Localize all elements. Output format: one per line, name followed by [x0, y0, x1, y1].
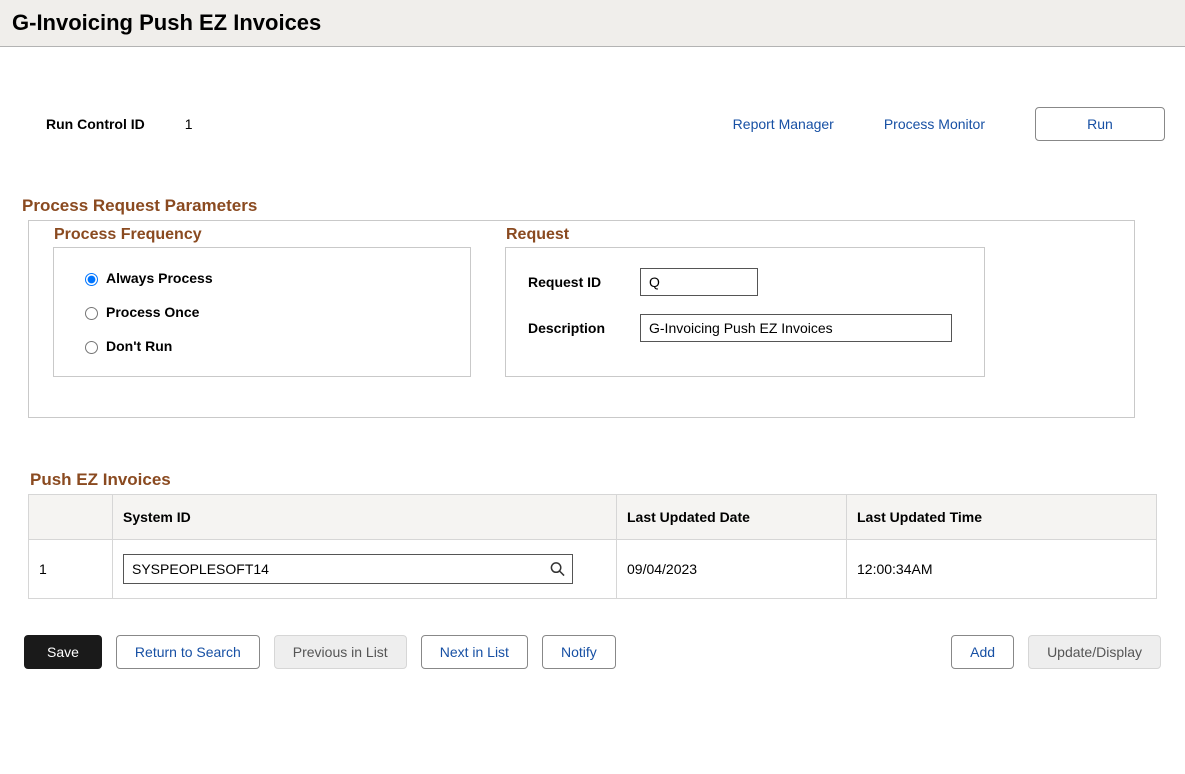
radio-always-process-label[interactable]: Always Process — [106, 270, 213, 286]
system-id-input[interactable] — [123, 554, 573, 584]
request-legend: Request — [504, 226, 571, 244]
run-control-row: Run Control ID 1 Report Manager Process … — [46, 107, 1165, 141]
save-button[interactable]: Save — [24, 635, 102, 669]
radio-dont-run-label[interactable]: Don't Run — [106, 338, 172, 354]
radio-dont-run[interactable] — [85, 341, 98, 354]
process-frequency-fieldset: Process Frequency Always Process Process… — [53, 247, 471, 377]
request-id-input[interactable] — [640, 268, 758, 296]
radio-process-once[interactable] — [85, 307, 98, 320]
radio-always-process[interactable] — [85, 273, 98, 286]
process-monitor-link[interactable]: Process Monitor — [884, 116, 985, 132]
run-control-id-value: 1 — [185, 116, 193, 132]
process-frequency-legend: Process Frequency — [52, 226, 204, 244]
cell-last-updated-time: 12:00:34AM — [847, 540, 1157, 599]
report-manager-link[interactable]: Report Manager — [733, 116, 834, 132]
col-rownum — [29, 495, 113, 540]
col-last-updated-date: Last Updated Date — [617, 495, 847, 540]
run-control-id-label: Run Control ID — [46, 116, 145, 132]
push-ez-invoices-title: Push EZ Invoices — [30, 470, 1157, 490]
process-request-params-box: Process Frequency Always Process Process… — [28, 220, 1135, 418]
notify-button[interactable]: Notify — [542, 635, 616, 669]
update-display-button: Update/Display — [1028, 635, 1161, 669]
return-to-search-button[interactable]: Return to Search — [116, 635, 260, 669]
request-fieldset: Request Request ID Description — [505, 247, 985, 377]
request-id-label: Request ID — [528, 274, 640, 290]
col-last-updated-time: Last Updated Time — [847, 495, 1157, 540]
table-row: 1 09/04/2023 12 — [29, 540, 1157, 599]
push-ez-invoices-table: System ID Last Updated Date Last Updated… — [28, 494, 1157, 599]
col-system-id: System ID — [113, 495, 617, 540]
description-label: Description — [528, 320, 640, 336]
add-button[interactable]: Add — [951, 635, 1014, 669]
run-button[interactable]: Run — [1035, 107, 1165, 141]
process-request-params-title: Process Request Parameters — [22, 196, 1165, 216]
next-in-list-button[interactable]: Next in List — [421, 635, 528, 669]
lookup-icon[interactable] — [550, 562, 565, 577]
page-title: G-Invoicing Push EZ Invoices — [12, 10, 1173, 36]
row-number: 1 — [29, 540, 113, 599]
cell-system-id — [113, 540, 617, 599]
description-input[interactable] — [640, 314, 952, 342]
page-header: G-Invoicing Push EZ Invoices — [0, 0, 1185, 47]
previous-in-list-button: Previous in List — [274, 635, 407, 669]
radio-process-once-label[interactable]: Process Once — [106, 304, 199, 320]
footer-toolbar: Save Return to Search Previous in List N… — [20, 635, 1165, 669]
cell-last-updated-date: 09/04/2023 — [617, 540, 847, 599]
